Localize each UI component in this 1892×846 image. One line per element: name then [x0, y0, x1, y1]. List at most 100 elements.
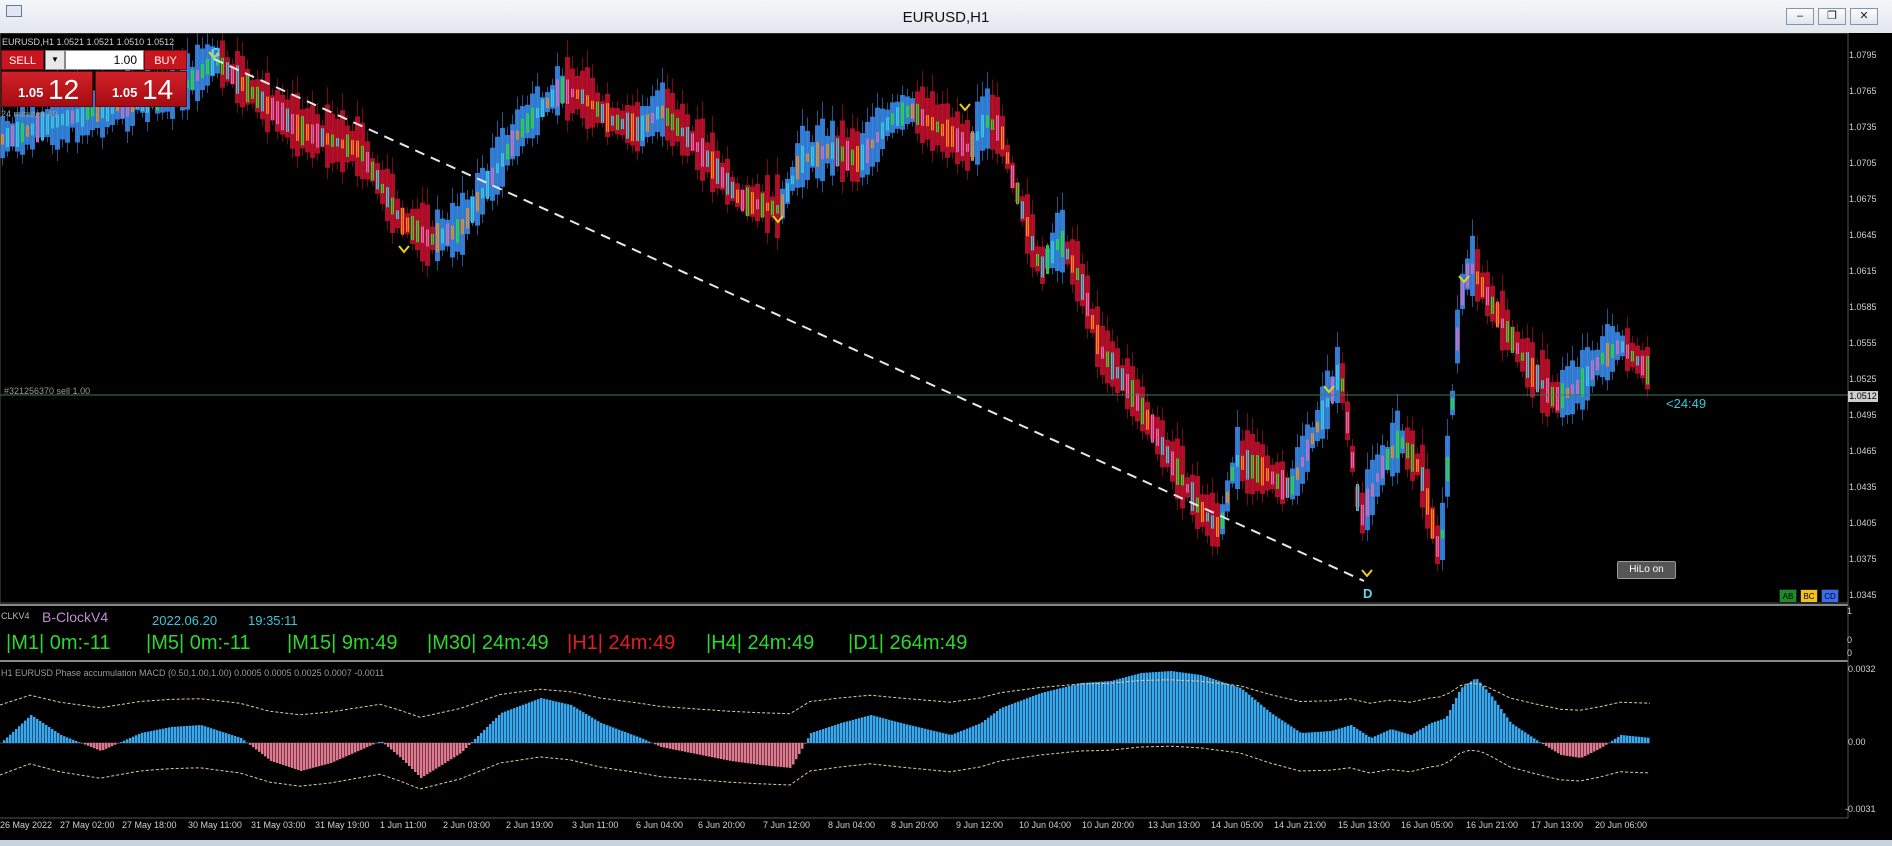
macd-bar: [1593, 743, 1596, 752]
macd-bar: [414, 743, 417, 772]
volume-dropdown-icon[interactable]: ▼: [45, 50, 65, 70]
macd-bar: [894, 721, 897, 743]
macd-bar: [1578, 743, 1581, 758]
macd-bar: [219, 731, 222, 743]
macd-bar: [1035, 694, 1038, 743]
close-button[interactable]: ✕: [1850, 8, 1878, 25]
macd-bar: [1476, 679, 1479, 743]
macd-bar: [63, 736, 66, 743]
macd-bar: [513, 708, 516, 743]
macd-bar: [33, 717, 36, 743]
macd-bar: [1431, 722, 1434, 743]
macd-bar: [702, 743, 705, 756]
macd-bar: [1623, 735, 1626, 743]
buy-price-button[interactable]: 1.05 14: [95, 71, 187, 107]
macd-bar: [258, 743, 261, 752]
macd-bar: [18, 726, 21, 743]
zigzag-arrow-marker: [1361, 569, 1373, 578]
macd-bar: [1116, 679, 1119, 743]
macd-bar: [252, 743, 255, 748]
macd-bar: [1302, 732, 1305, 743]
time-axis-label: 8 Jun 04:00: [828, 820, 876, 830]
pattern-bc-button[interactable]: BC: [1800, 589, 1818, 603]
macd-bar: [1584, 743, 1587, 756]
sell-price-prefix: 1.05: [18, 85, 44, 100]
macd-bar: [96, 743, 99, 750]
macd-bar: [1281, 720, 1284, 743]
pattern-cd-button[interactable]: CD: [1821, 589, 1839, 603]
time-axis-label: 26 May 2022: [0, 820, 53, 830]
macd-bar: [792, 743, 795, 765]
macd-bar: [183, 726, 186, 743]
sell-price-button[interactable]: 1.05 12: [1, 71, 93, 107]
macd-bar: [1251, 697, 1254, 743]
macd-bar: [621, 730, 624, 743]
restore-icon: ❐: [1827, 10, 1837, 22]
symbol-info: EURUSD,H1 1.0521 1.0521 1.0510 1.0512: [2, 37, 175, 47]
macd-bar: [825, 728, 828, 743]
macd-bar: [462, 743, 465, 751]
macd-bar: [1599, 743, 1602, 749]
macd-bar: [1230, 684, 1233, 743]
macd-bar: [630, 734, 633, 743]
macd-bar: [642, 738, 645, 743]
price-axis-label: 1.0615: [1849, 266, 1877, 276]
macd-bar: [267, 743, 270, 759]
macd-bar: [567, 704, 570, 743]
macd-bar: [537, 699, 540, 743]
macd-bar: [618, 729, 621, 743]
macd-bar: [1464, 685, 1467, 743]
macd-bar: [1296, 730, 1299, 743]
macd-bar: [1257, 702, 1260, 743]
price-axis-label: 1.0435: [1849, 482, 1877, 492]
time-axis-label: 1 Jun 11:00: [380, 820, 427, 830]
macd-bar: [606, 725, 609, 743]
macd-bar: [1236, 686, 1239, 743]
macd-bar: [639, 737, 642, 743]
macd-bar: [1647, 737, 1650, 743]
price-axis-label: 1.0495: [1849, 410, 1877, 420]
macd-bar: [147, 731, 150, 743]
minimize-button[interactable]: –: [1786, 8, 1814, 25]
macd-bar: [909, 725, 912, 743]
restore-button[interactable]: ❐: [1818, 8, 1846, 25]
macd-bar: [756, 743, 759, 765]
macd-bar: [432, 743, 435, 771]
macd-bar: [312, 743, 315, 768]
macd-bar: [636, 736, 639, 743]
macd-bar: [1596, 743, 1599, 750]
macd-bar: [3, 740, 6, 743]
pattern-ab-button[interactable]: AB: [1779, 589, 1797, 603]
macd-bar: [1122, 677, 1125, 743]
macd-bar: [1008, 705, 1011, 743]
macd-bar: [1041, 692, 1044, 743]
macd-bar: [1524, 732, 1527, 743]
macd-bar: [1278, 718, 1281, 743]
hilo-toggle-button[interactable]: HiLo on: [1617, 561, 1676, 579]
macd-bar: [1518, 728, 1521, 743]
macd-bar: [963, 729, 966, 743]
macd-bar: [1311, 732, 1314, 743]
macd-bar: [1170, 671, 1173, 743]
macd-bar: [1326, 731, 1329, 743]
macd-bar: [282, 743, 285, 765]
macd-bar: [450, 743, 453, 760]
macd-bar: [1338, 728, 1341, 743]
buy-button[interactable]: BUY: [144, 50, 187, 70]
volume-input[interactable]: 1.00: [65, 50, 144, 70]
macd-bar: [1521, 730, 1524, 743]
macd-bar: [519, 705, 522, 743]
macd-bar: [783, 743, 786, 768]
zigzag-arrow-marker: [959, 103, 971, 112]
chart-canvas[interactable]: [0, 33, 1892, 840]
sell-button[interactable]: SELL: [1, 50, 44, 70]
macd-bar: [969, 727, 972, 743]
macd-bar: [966, 728, 969, 743]
macd-bar: [930, 730, 933, 743]
price-chart[interactable]: [0, 33, 1650, 572]
timeframe-countdown: |H1| 24m:49: [567, 632, 676, 654]
macd-bar: [1512, 724, 1515, 743]
macd-bar: [438, 743, 441, 767]
macd-axis-label: 0.0032: [1848, 664, 1876, 674]
macd-bar: [1398, 731, 1401, 743]
